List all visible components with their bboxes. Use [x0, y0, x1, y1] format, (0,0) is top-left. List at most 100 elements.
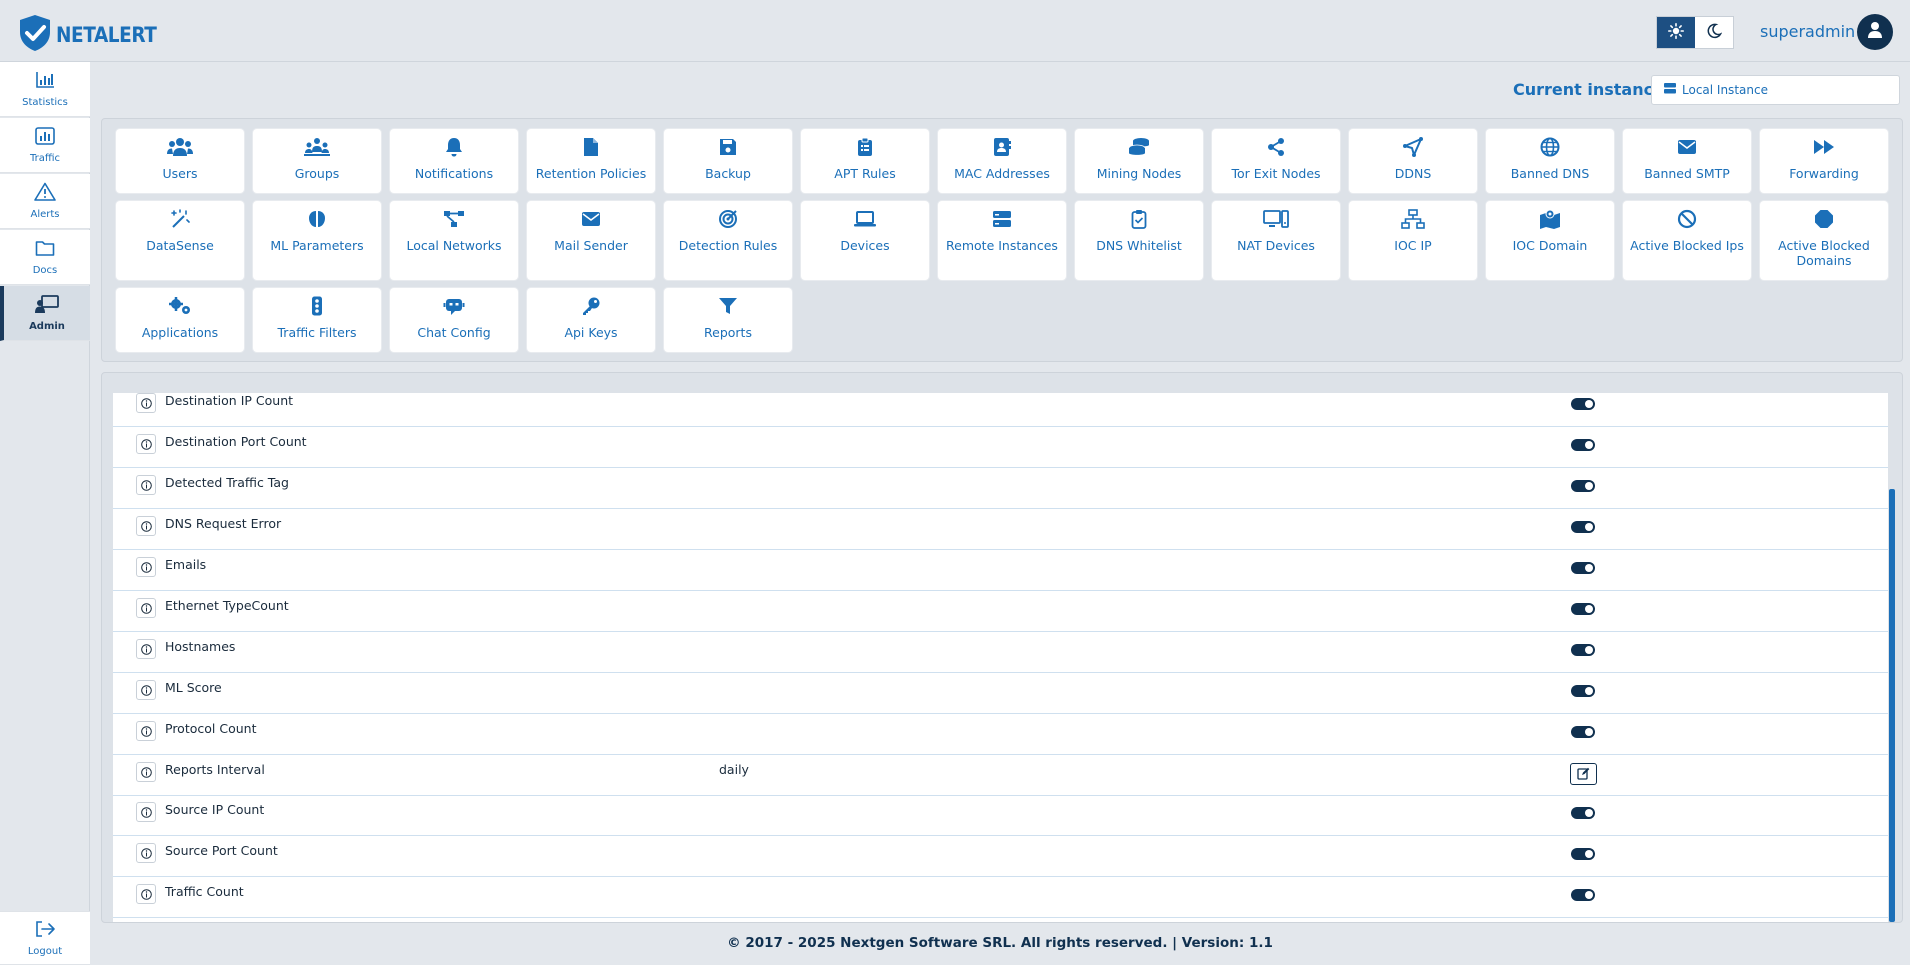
tile-local-networks[interactable]: Local Networks — [390, 201, 518, 280]
settings-row: Destination IP Count — [113, 393, 1888, 427]
light-theme-button[interactable] — [1657, 17, 1695, 48]
edit-icon — [1577, 765, 1590, 784]
info-button[interactable] — [136, 393, 156, 413]
info-button[interactable] — [136, 802, 156, 822]
info-button[interactable] — [136, 557, 156, 577]
network-wired-icon — [1401, 201, 1425, 233]
setting-toggle[interactable] — [1571, 521, 1595, 533]
computer-icon — [1263, 201, 1289, 233]
info-icon — [140, 517, 152, 536]
sidebar-item-label: Alerts — [30, 209, 60, 220]
tile-datasense[interactable]: DataSense — [116, 201, 244, 280]
dark-theme-button[interactable] — [1695, 17, 1733, 48]
tile-chat-config[interactable]: Chat Config — [390, 288, 518, 352]
warning-icon — [34, 182, 56, 205]
user-name[interactable]: superadmin — [1760, 22, 1855, 41]
settings-row: Ethernet TypeCount — [113, 591, 1888, 632]
user-avatar[interactable] — [1857, 14, 1893, 50]
tile-label: Local Networks — [406, 238, 502, 253]
setting-toggle[interactable] — [1571, 398, 1595, 410]
tile-traffic-filters[interactable]: Traffic Filters — [253, 288, 381, 352]
tile-dns-whitelist[interactable]: DNS Whitelist — [1075, 201, 1203, 280]
tile-retention-policies[interactable]: Retention Policies — [527, 129, 655, 193]
top-header: NETALERT superadmin — [0, 0, 1910, 62]
setting-value: daily — [719, 762, 749, 777]
info-icon — [140, 476, 152, 495]
setting-toggle[interactable] — [1571, 807, 1595, 819]
info-button[interactable] — [136, 721, 156, 741]
info-button[interactable] — [136, 434, 156, 454]
sidebar-item-admin[interactable]: Admin — [0, 286, 90, 341]
tile-detection-rules[interactable]: Detection Rules — [664, 201, 792, 280]
tile-applications[interactable]: Applications — [116, 288, 244, 352]
tile-label: DataSense — [146, 238, 214, 253]
tile-devices[interactable]: Devices — [801, 201, 929, 280]
instance-select[interactable]: Local Instance — [1651, 75, 1900, 105]
robot-icon — [443, 288, 465, 320]
setting-name: Destination Port Count — [165, 434, 307, 449]
info-icon — [140, 763, 152, 782]
tile-mac-addresses[interactable]: MAC Addresses — [938, 129, 1066, 193]
setting-toggle[interactable] — [1571, 889, 1595, 901]
settings-row: Source Port Count — [113, 836, 1888, 877]
tile-ml-parameters[interactable]: ML Parameters — [253, 201, 381, 280]
tile-mining-nodes[interactable]: Mining Nodes — [1075, 129, 1203, 193]
tile-mail-sender[interactable]: Mail Sender — [527, 201, 655, 280]
setting-toggle[interactable] — [1571, 603, 1595, 615]
traffic-light-icon — [310, 288, 324, 320]
logout-button[interactable]: Logout — [0, 911, 90, 965]
tile-forwarding[interactable]: Forwarding — [1760, 129, 1888, 193]
setting-toggle[interactable] — [1571, 480, 1595, 492]
brain-icon — [307, 201, 327, 233]
setting-toggle[interactable] — [1571, 726, 1595, 738]
info-button[interactable] — [136, 884, 156, 904]
tile-users[interactable]: Users — [116, 129, 244, 193]
tile-remote-instances[interactable]: Remote Instances — [938, 201, 1066, 280]
setting-toggle[interactable] — [1571, 685, 1595, 697]
info-icon — [140, 640, 152, 659]
info-button[interactable] — [136, 516, 156, 536]
tile-reports[interactable]: Reports — [664, 288, 792, 352]
info-button[interactable] — [136, 762, 156, 782]
tile-ioc-ip[interactable]: IOC IP — [1349, 201, 1477, 280]
edit-button[interactable] — [1570, 763, 1597, 785]
sidebar-item-alerts[interactable]: Alerts — [0, 174, 90, 229]
address-book-icon — [993, 129, 1011, 161]
tile-active-blocked-ips[interactable]: Active Blocked Ips — [1623, 201, 1751, 280]
info-button[interactable] — [136, 680, 156, 700]
tile-notifications[interactable]: Notifications — [390, 129, 518, 193]
floppy-icon — [719, 129, 737, 161]
tile-tor-exit-nodes[interactable]: Tor Exit Nodes — [1212, 129, 1340, 193]
info-button[interactable] — [136, 843, 156, 863]
tile-label: DNS Whitelist — [1096, 238, 1182, 253]
sidebar-item-statistics[interactable]: Statistics — [0, 62, 90, 117]
setting-toggle[interactable] — [1571, 562, 1595, 574]
tile-apt-rules[interactable]: APT Rules — [801, 129, 929, 193]
tile-label: Mail Sender — [554, 238, 628, 253]
info-button[interactable] — [136, 598, 156, 618]
setting-name: Traffic Count — [165, 884, 244, 899]
tile-active-blocked-domains[interactable]: Active Blocked Domains — [1760, 201, 1888, 280]
info-button[interactable] — [136, 639, 156, 659]
tile-ioc-domain[interactable]: IOC Domain — [1486, 201, 1614, 280]
setting-toggle[interactable] — [1571, 439, 1595, 451]
sidebar-item-docs[interactable]: Docs — [0, 230, 90, 285]
app-logo[interactable]: NETALERT — [18, 14, 170, 56]
scrollbar-thumb[interactable] — [1889, 489, 1895, 922]
tile-groups[interactable]: Groups — [253, 129, 381, 193]
tile-nat-devices[interactable]: NAT Devices — [1212, 201, 1340, 280]
tile-ddns[interactable]: DDNS — [1349, 129, 1477, 193]
tile-api-keys[interactable]: Api Keys — [527, 288, 655, 352]
bar-chart-icon — [35, 71, 55, 93]
tile-backup[interactable]: Backup — [664, 129, 792, 193]
setting-toggle[interactable] — [1571, 644, 1595, 656]
setting-toggle[interactable] — [1571, 848, 1595, 860]
logout-label: Logout — [27, 945, 63, 957]
sidebar-item-traffic[interactable]: Traffic — [0, 118, 90, 173]
info-button[interactable] — [136, 475, 156, 495]
tile-banned-dns[interactable]: Banned DNS — [1486, 129, 1614, 193]
setting-name: Ethernet TypeCount — [165, 598, 289, 613]
moon-icon — [1706, 23, 1723, 43]
sidebar-item-label: Traffic — [29, 152, 61, 164]
tile-banned-smtp[interactable]: Banned SMTP — [1623, 129, 1751, 193]
